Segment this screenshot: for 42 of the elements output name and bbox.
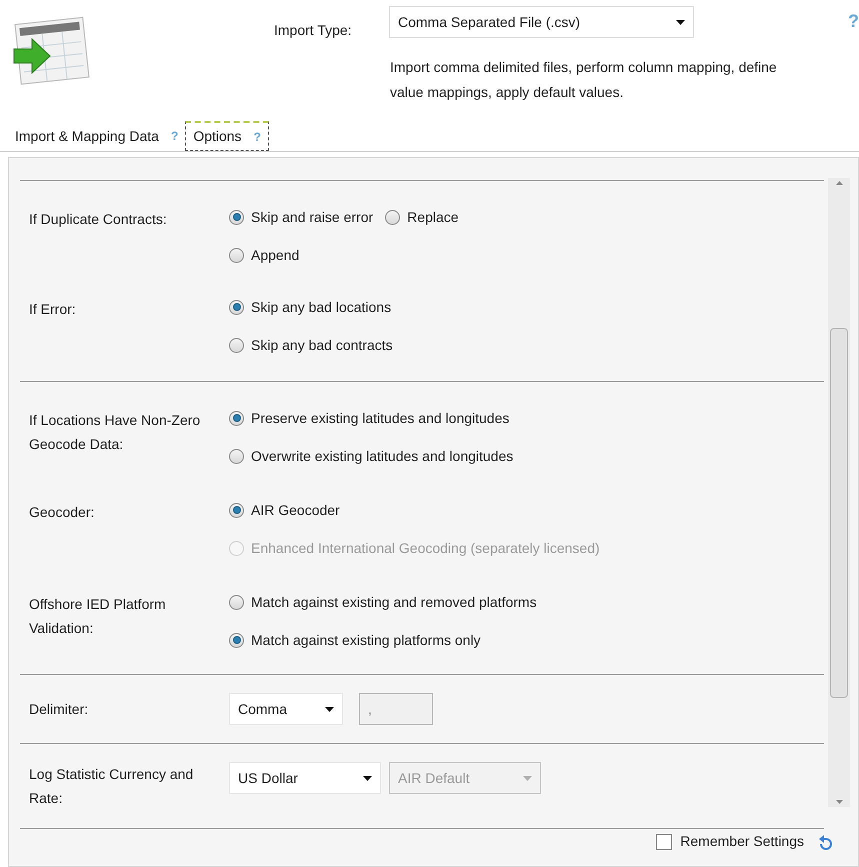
radio-option[interactable]: Preserve existing latitudes and longitudes [229, 406, 514, 430]
setting-label: If Error: [29, 300, 77, 319]
radio-button[interactable] [385, 210, 400, 224]
delimiter-dropdown[interactable]: Comma [229, 693, 343, 725]
radio-button[interactable] [229, 248, 244, 262]
caret-icon [676, 20, 685, 24]
description: Import comma delimited files, perform column mapping, define value mappings, apply default values. [390, 58, 778, 102]
setting-label: Geocoder: [29, 503, 96, 522]
currency-dropdown[interactable]: US Dollar [229, 762, 381, 794]
remember-settings-checkbox[interactable]: Remember Settings [656, 831, 804, 852]
radio-option[interactable]: Append [229, 243, 300, 267]
setting-label: If Locations Have Non-Zero Geocode Data: [29, 411, 202, 454]
radio-option[interactable]: Match against existing and removed platforms [229, 590, 537, 614]
scroll-up-icon[interactable] [836, 181, 842, 185]
import-type-dropdown[interactable]: Comma Separated File (.csv) [389, 6, 694, 38]
radio-option[interactable]: Skip any bad contracts [229, 333, 393, 357]
import-type-label: Import Type: [274, 21, 352, 40]
setting-label: If Duplicate Contracts: [29, 210, 168, 229]
setting-label: Delimiter: [29, 700, 90, 719]
tab[interactable]: Options ? [185, 121, 269, 151]
radio-button[interactable] [229, 210, 244, 224]
radio-option[interactable]: Overwrite existing latitudes and longitudes [229, 444, 514, 468]
radio-button[interactable] [229, 448, 244, 464]
setting-label: Offshore IED Platform Validation: [29, 595, 167, 638]
radio-button[interactable] [229, 338, 244, 352]
tab[interactable]: Import & Mapping Data ? [8, 121, 186, 151]
radio-option[interactable]: Skip and raise error [229, 205, 374, 229]
caret-icon [325, 706, 334, 712]
radio-button[interactable] [229, 594, 244, 610]
radio-button[interactable] [229, 502, 244, 518]
scroll-down-icon[interactable] [836, 800, 842, 804]
radio-option[interactable]: AIR Geocoder [229, 498, 600, 522]
radio-button[interactable] [229, 632, 244, 648]
radio-button[interactable] [229, 410, 244, 426]
radio-option[interactable]: Skip any bad locations [229, 295, 393, 319]
caret-icon [523, 776, 532, 780]
setting-label: Log Statistic Currency and Rate: [29, 765, 194, 808]
caret-icon [363, 776, 372, 780]
radio-option[interactable]: Replace [385, 205, 459, 229]
scrollbar[interactable] [828, 178, 850, 807]
radio-button[interactable] [229, 300, 244, 314]
radio-option[interactable]: Match against existing platforms only [229, 628, 537, 652]
